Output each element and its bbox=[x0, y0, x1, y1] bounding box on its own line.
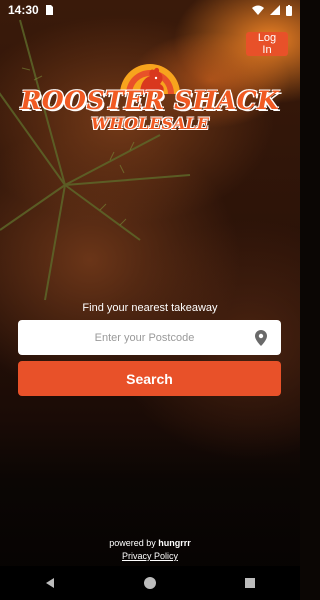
postcode-field[interactable] bbox=[18, 320, 281, 355]
privacy-policy-link[interactable]: Privacy Policy bbox=[0, 551, 300, 561]
powered-by-label: powered by bbox=[109, 538, 156, 548]
status-time: 14:30 bbox=[8, 3, 39, 17]
postcode-input[interactable] bbox=[18, 330, 249, 345]
rooster-shack-logo: ROOSTER SHACK WHOLESALE bbox=[20, 50, 280, 140]
wifi-icon bbox=[252, 5, 264, 15]
powered-by-text: powered by hungrrr bbox=[0, 538, 300, 548]
logo-title: ROOSTER SHACK bbox=[20, 86, 280, 115]
find-takeaway-label: Find your nearest takeaway bbox=[82, 302, 218, 314]
home-circle-icon[interactable] bbox=[130, 566, 170, 600]
signal-icon bbox=[270, 5, 280, 15]
system-nav-bar bbox=[0, 566, 300, 600]
recents-square-icon[interactable] bbox=[230, 566, 270, 600]
location-pin-icon[interactable] bbox=[249, 326, 273, 350]
powered-by-brand: hungrrr bbox=[158, 538, 191, 548]
sim-card-icon bbox=[45, 5, 53, 15]
logo-subtitle: WHOLESALE bbox=[91, 114, 209, 133]
search-button[interactable]: Search bbox=[18, 361, 281, 396]
battery-icon bbox=[286, 4, 292, 16]
back-triangle-icon[interactable] bbox=[30, 566, 70, 600]
status-bar: 14:30 bbox=[0, 0, 300, 20]
